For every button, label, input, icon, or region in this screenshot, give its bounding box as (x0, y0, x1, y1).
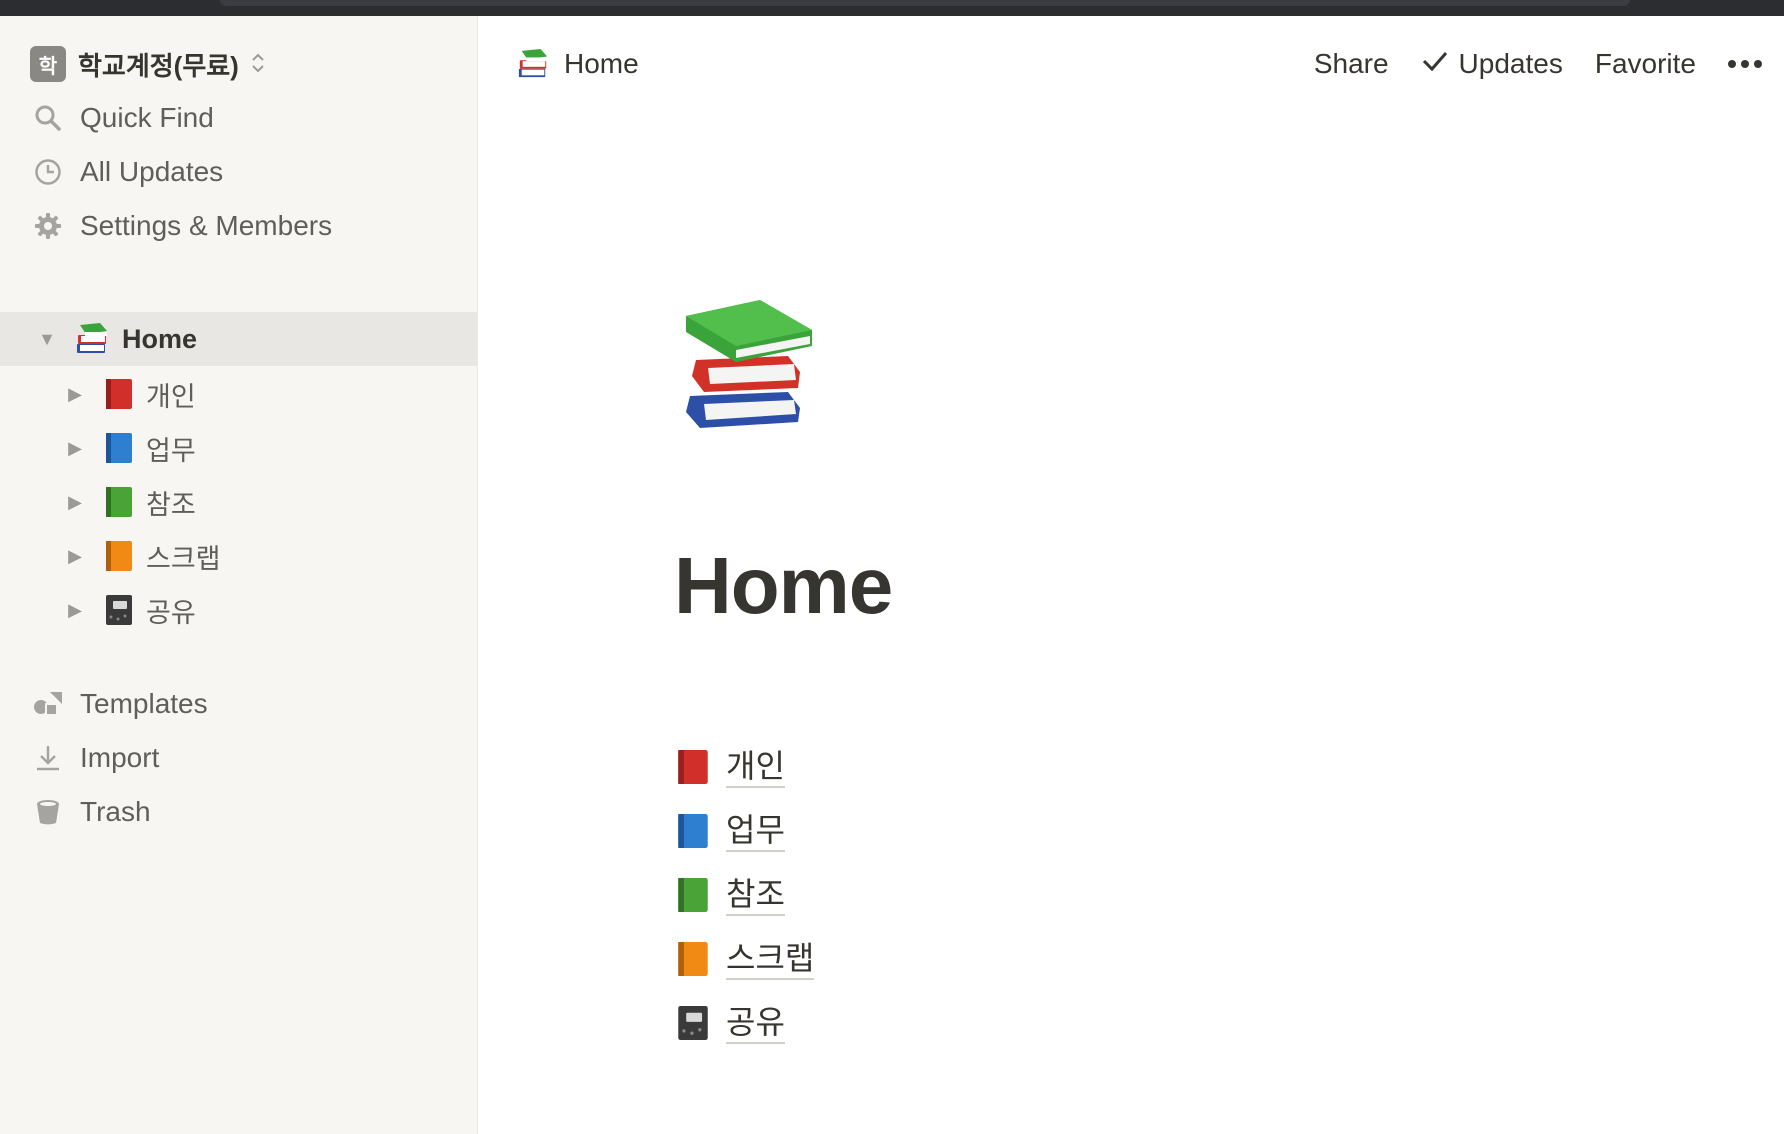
chevron-up-down-icon (251, 52, 265, 77)
page-link-work[interactable]: 업무 (676, 806, 785, 856)
clock-icon (30, 158, 66, 186)
checkmark-icon (1421, 48, 1449, 80)
sidebar-item-work[interactable]: ▶ 업무 (0, 421, 477, 475)
trash-icon (30, 798, 66, 826)
green-book-icon (104, 485, 134, 519)
sidebar-item-label: Home (122, 323, 198, 354)
page-link-label: 참조 (726, 874, 785, 916)
blue-book-icon (104, 431, 134, 465)
window-top-strip (0, 0, 1784, 16)
import-label: Import (80, 742, 160, 773)
notebook-icon (104, 593, 134, 627)
sidebar: 학 학교계정(무료) Quick Find All Updates Settin… (0, 16, 478, 1134)
books-stack-illustration (686, 300, 812, 428)
updates-label: Updates (1458, 48, 1563, 79)
sidebar-item-personal[interactable]: ▶ 개인 (0, 367, 477, 421)
more-options-icon[interactable] (1728, 60, 1762, 68)
window-tab-strip (220, 0, 1630, 6)
quick-find-label: Quick Find (80, 102, 214, 133)
books-icon (74, 322, 110, 356)
favorite-button[interactable]: Favorite (1595, 48, 1696, 80)
breadcrumb-label: Home (564, 48, 639, 79)
templates-button[interactable]: Templates (30, 684, 208, 724)
workspace-name: 학교계정(무료) (78, 50, 239, 81)
updates-button[interactable]: Updates (1421, 48, 1563, 80)
page-link-label: 개인 (726, 746, 785, 788)
sidebar-item-label: 개인 (146, 381, 196, 412)
templates-label: Templates (80, 688, 208, 719)
share-button[interactable]: Share (1314, 48, 1389, 80)
sidebar-item-reference[interactable]: ▶ 참조 (0, 475, 477, 529)
sidebar-item-shared[interactable]: ▶ 공유 (0, 583, 477, 637)
sidebar-item-label: 스크랩 (146, 543, 221, 574)
sidebar-item-home[interactable]: ▼ Home (0, 312, 477, 366)
all-updates-label: All Updates (80, 156, 224, 187)
search-icon (30, 104, 66, 132)
sidebar-item-label: 참조 (146, 489, 196, 520)
sidebar-item-label: 공유 (146, 597, 196, 628)
settings-members-button[interactable]: Settings & Members (30, 206, 332, 246)
orange-book-icon (676, 939, 710, 979)
page-title[interactable]: Home (674, 540, 893, 632)
expand-toggle-icon[interactable]: ▼ (34, 329, 60, 350)
page-link-shared[interactable]: 공유 (676, 998, 785, 1048)
shapes-icon (30, 690, 66, 718)
all-updates-button[interactable]: All Updates (30, 152, 223, 192)
blue-book-icon (676, 811, 710, 851)
page-link-personal[interactable]: 개인 (676, 742, 785, 792)
red-book-icon (676, 747, 710, 787)
page-link-label: 스크랩 (726, 938, 815, 980)
expand-toggle-icon[interactable]: ▶ (62, 600, 88, 621)
topbar-actions: Share Updates Favorite (1314, 44, 1762, 84)
orange-book-icon (104, 539, 134, 573)
download-icon (30, 744, 66, 772)
page-link-label: 공유 (726, 1002, 785, 1044)
trash-label: Trash (80, 796, 151, 827)
expand-toggle-icon[interactable]: ▶ (62, 492, 88, 513)
page-link-reference[interactable]: 참조 (676, 870, 785, 920)
green-book-icon (676, 875, 710, 915)
expand-toggle-icon[interactable]: ▶ (62, 546, 88, 567)
workspace-avatar: 학 (30, 46, 66, 82)
workspace-switcher[interactable]: 학 학교계정(무료) (30, 46, 265, 82)
gear-icon (30, 212, 66, 240)
breadcrumb[interactable]: Home (516, 44, 639, 84)
settings-members-label: Settings & Members (80, 210, 333, 241)
sidebar-item-scrap[interactable]: ▶ 스크랩 (0, 529, 477, 583)
quick-find-button[interactable]: Quick Find (30, 98, 214, 138)
page-link-scrap[interactable]: 스크랩 (676, 934, 815, 984)
expand-toggle-icon[interactable]: ▶ (62, 438, 88, 459)
page-icon-books[interactable] (676, 296, 826, 451)
red-book-icon (104, 377, 134, 411)
sidebar-item-label: 업무 (146, 435, 196, 466)
page-link-label: 업무 (726, 810, 785, 852)
trash-button[interactable]: Trash (30, 792, 151, 832)
import-button[interactable]: Import (30, 738, 159, 778)
notebook-icon (676, 1003, 710, 1043)
expand-toggle-icon[interactable]: ▶ (62, 384, 88, 405)
books-icon (516, 48, 550, 80)
